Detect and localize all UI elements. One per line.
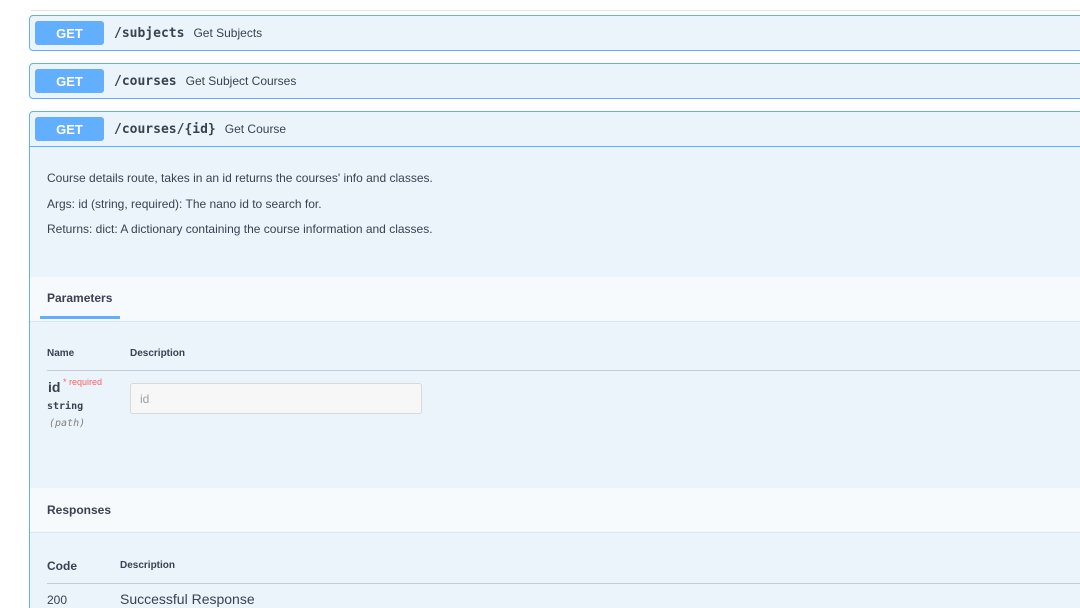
top-divider [31,10,1080,11]
endpoint-path: /subjects [114,25,185,41]
responses-title: Responses [47,503,112,517]
method-badge: GET [35,117,104,141]
endpoint-get-course: GET /courses/{id} Get Course Course deta… [29,111,1080,608]
description-line: Returns: dict: A dictionary containing t… [47,222,433,236]
column-header-description: Description [120,560,176,571]
response-description: Successful Response [120,591,255,607]
active-tab-underline [40,316,120,319]
table-divider [47,370,1080,371]
endpoint-description: Course details route, takes in an id ret… [30,147,1080,277]
responses-header: Responses [30,488,1080,533]
endpoint-body: Course details route, takes in an id ret… [30,147,1080,608]
param-type: string [47,401,84,412]
description-line: Args: id (string, required): The nano id… [47,196,322,211]
endpoint-path: /courses [114,73,177,89]
endpoint-get-subjects[interactable]: GET /subjects Get Subjects [29,15,1080,51]
responses-table: Code Description 200 Successful Response [30,533,1080,608]
parameters-header: Parameters [30,277,1080,322]
endpoint-path: /courses/{id} [114,121,216,137]
column-header-description: Description [130,348,186,359]
table-divider [47,583,1080,584]
endpoint-summary[interactable]: GET /courses/{id} Get Course [30,112,1080,147]
endpoint-summary[interactable]: GET /courses Get Subject Courses [30,64,1080,98]
parameters-table: Name Description id * required string (p… [30,322,1080,488]
endpoint-summary-text: Get Course [224,122,287,136]
response-code: 200 [47,593,68,607]
method-badge: GET [35,21,104,45]
id-param-input[interactable] [130,383,422,414]
method-badge: GET [35,69,104,93]
required-badge: * required [63,377,103,387]
endpoint-summary-text: Get Subjects [193,26,263,40]
endpoint-summary-text: Get Subject Courses [185,74,297,88]
description-line: Course details route, takes in an id ret… [47,171,433,185]
param-name: id [48,379,61,395]
column-header-name: Name [47,348,75,359]
endpoint-summary[interactable]: GET /subjects Get Subjects [30,16,1080,50]
swagger-page: GET /subjects Get Subjects GET /courses … [0,0,1080,608]
tab-parameters[interactable]: Parameters [47,291,112,305]
param-location: (path) [49,418,86,429]
column-header-code: Code [47,559,77,573]
endpoint-get-subject-courses[interactable]: GET /courses Get Subject Courses [29,63,1080,99]
